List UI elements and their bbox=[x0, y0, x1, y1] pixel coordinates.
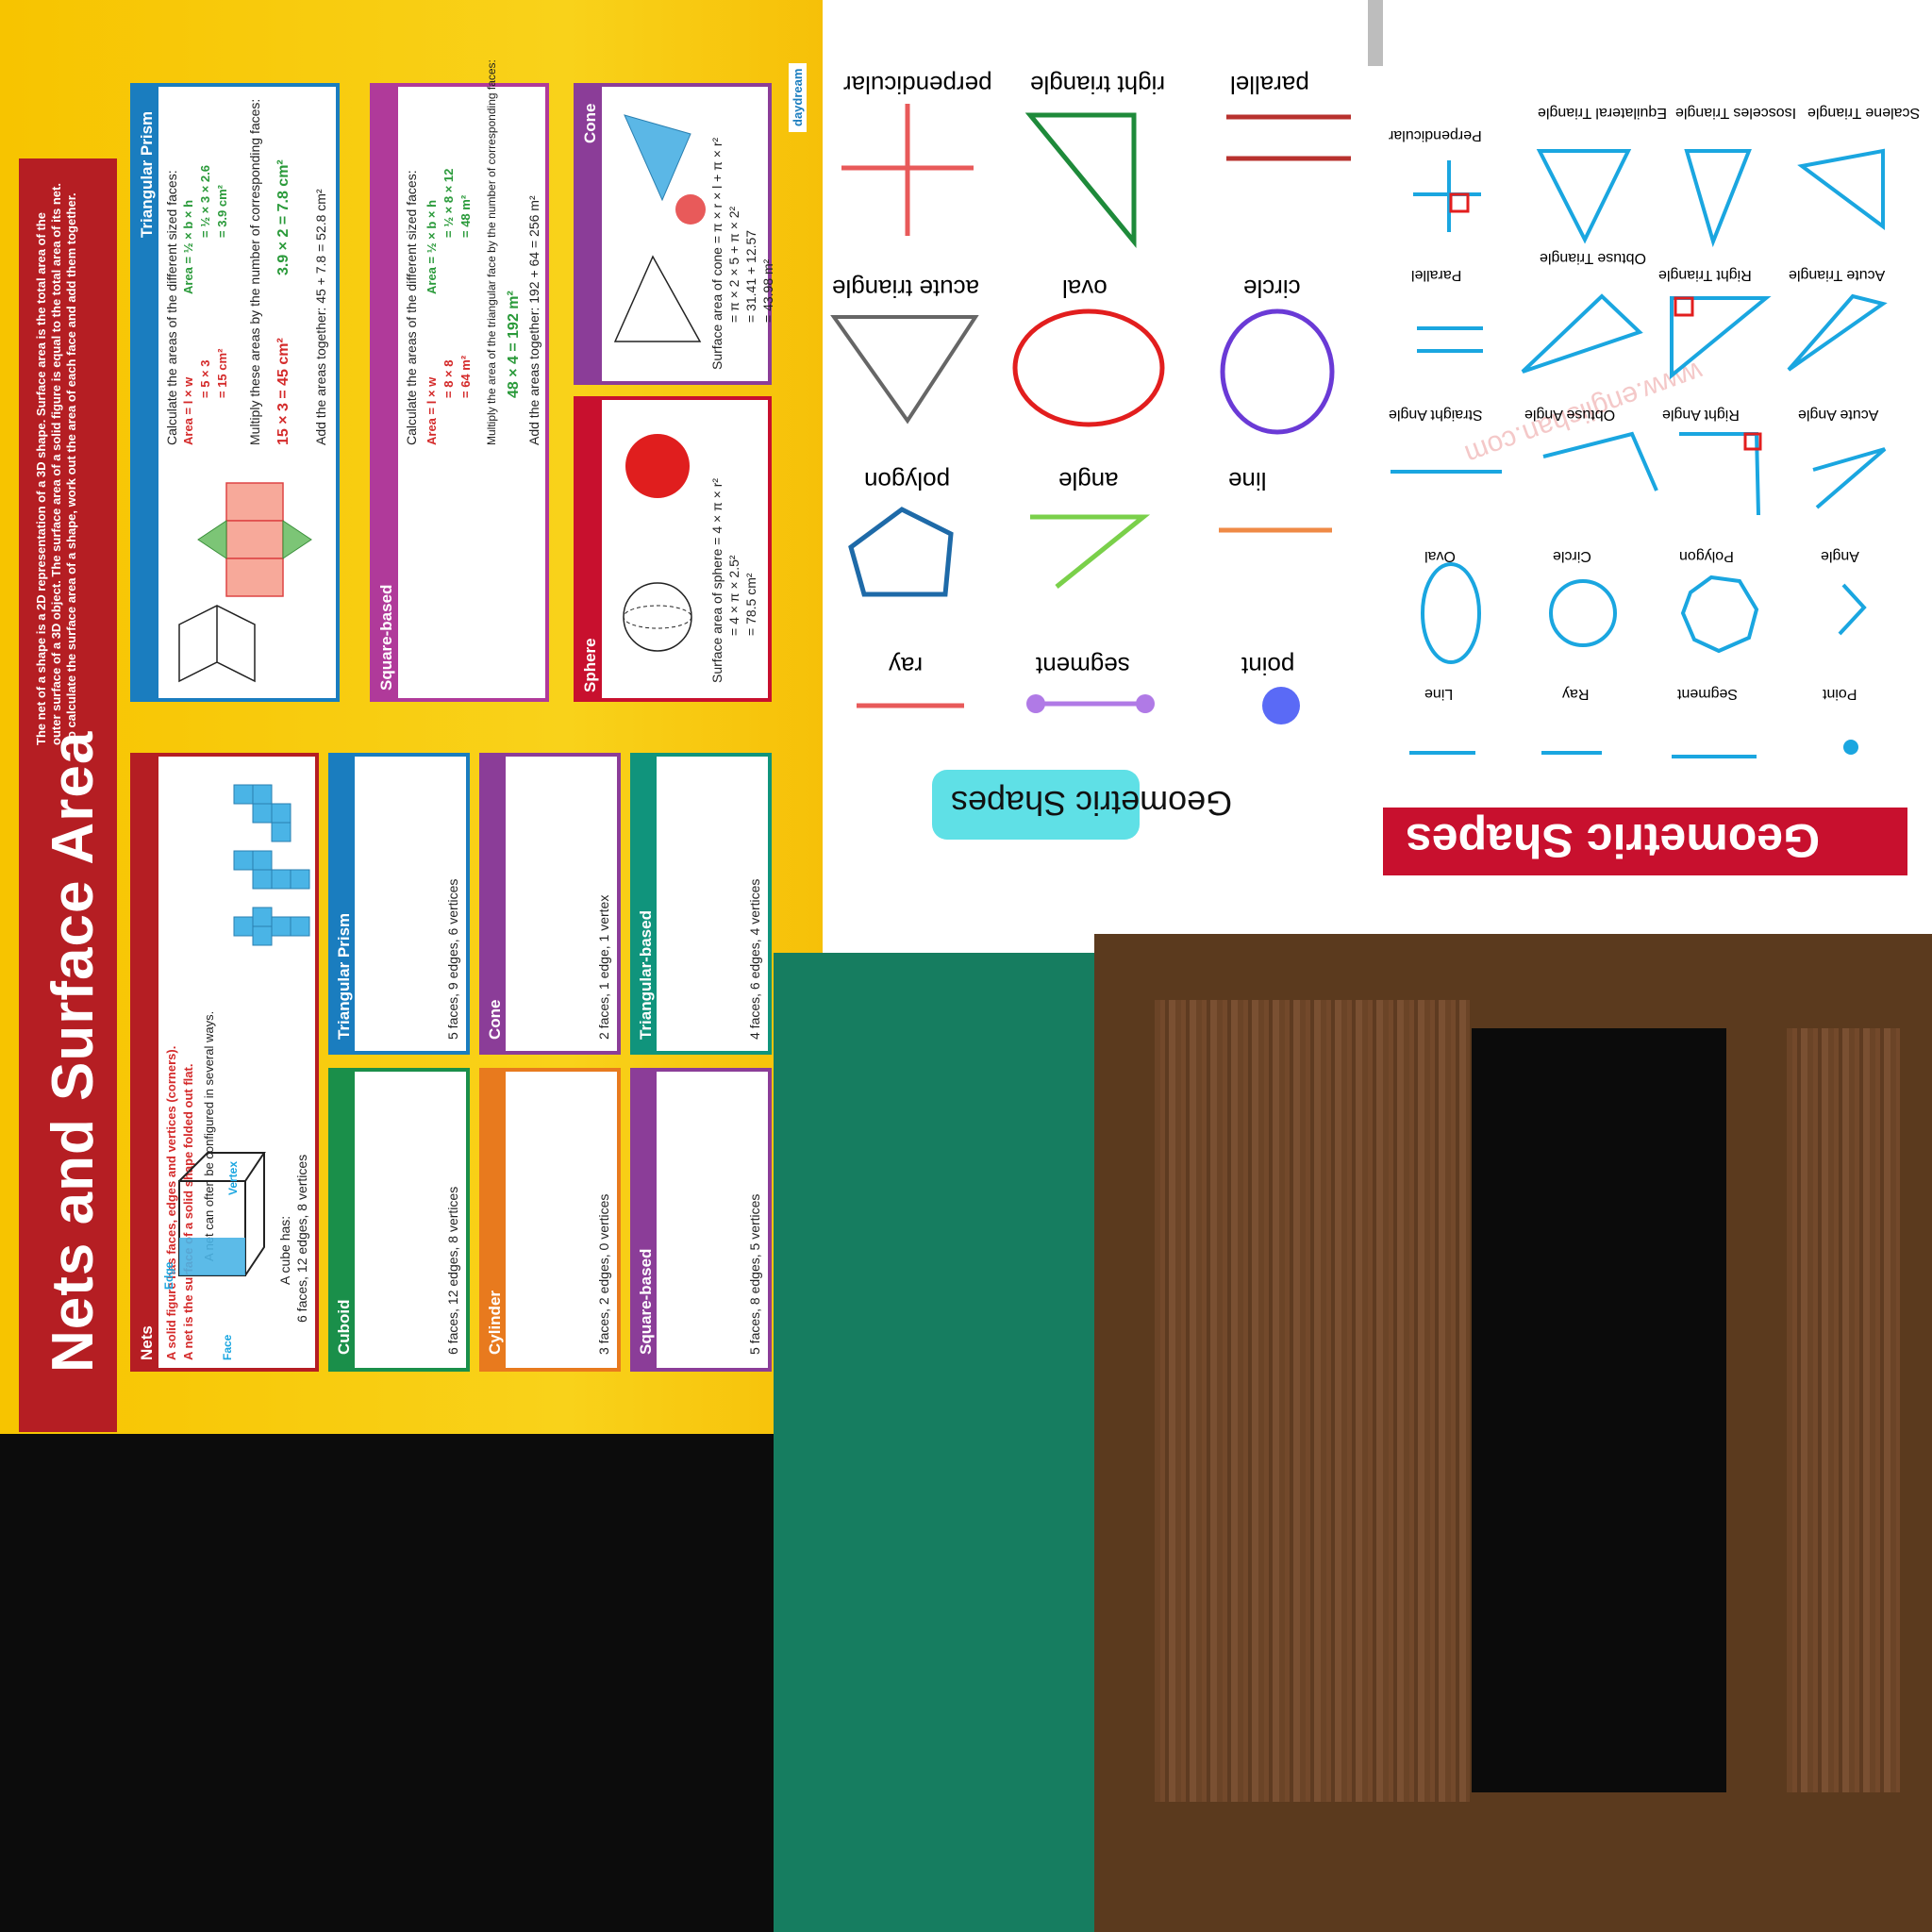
cone-line-2: = π × 2 × 5 + π × 2² bbox=[726, 206, 741, 323]
pyramid-calc-label: Square-based Pyramid bbox=[377, 584, 414, 691]
triangular-prism-label: Triangular Prism bbox=[335, 912, 353, 1040]
pyramid-tri-a: Area = ½ × b × h bbox=[425, 199, 439, 294]
cone-line-4: = 43.98 m² bbox=[760, 258, 775, 323]
sphere-icon bbox=[623, 434, 692, 652]
sphere-line-3: = 78.5 cm² bbox=[743, 573, 758, 636]
cylinder-caption: 3 faces, 2 edges, 0 vertices bbox=[596, 1193, 611, 1355]
pyramid-sq-b: = 8 × 8 bbox=[441, 359, 456, 398]
wooden-frame bbox=[1094, 934, 1932, 1932]
triangular-pyramid-caption: 4 faces, 6 edges, 4 vertices bbox=[747, 878, 762, 1040]
prism-step-3: Add the areas together: 45 + 7.8 = 52.8 … bbox=[313, 189, 328, 445]
cube-caption-1: A cube has: bbox=[277, 1215, 292, 1285]
net-crosses-icon bbox=[233, 784, 310, 946]
nets-card: Nets A solid figure has faces, edges and… bbox=[130, 753, 319, 1372]
prism-step-2: Multiply these areas by the number of co… bbox=[247, 98, 262, 445]
wood-gap bbox=[1472, 1028, 1726, 1792]
black-board-region bbox=[0, 1434, 774, 1932]
triangular-pyramid-card: Triangular-based Pyramid 4 faces, 6 edge… bbox=[630, 753, 772, 1055]
sphere-calc-label: Sphere bbox=[581, 638, 599, 692]
cone-line-3: = 31.41 + 12.57 bbox=[743, 229, 758, 323]
brand-logo: daydream bbox=[789, 62, 807, 132]
prism-rect-a: Area = l × w bbox=[181, 376, 195, 445]
prism-mult-b: 3.9 × 2 = 7.8 cm² bbox=[275, 159, 291, 275]
poster-b-title: Geometric Shapes bbox=[951, 784, 1233, 823]
cone-label: Cone bbox=[486, 999, 504, 1041]
pyramid-step-3: Add the areas together: 192 + 64 = 256 m… bbox=[526, 195, 541, 445]
pyramid-calc-card: Square-based Pyramid Calculate the areas… bbox=[370, 59, 549, 702]
geometric-shapes-chart-lowercase: Geometric Shapes perpendicular right tri… bbox=[823, 0, 1370, 953]
pyramid-sq-a: Area = l × w bbox=[425, 376, 439, 445]
square-pyramid-card: Square-based Pyramid 5 faces, 8 edges, 5… bbox=[630, 1068, 772, 1372]
pyramid-sq-c: = 64 m² bbox=[458, 355, 473, 398]
poster-c-shapes bbox=[1391, 148, 1888, 758]
sphere-calc-card: Sphere Surface area of sphere = 4 × π × … bbox=[574, 396, 772, 702]
prism-net-icon bbox=[178, 482, 312, 683]
poster-b-shapes bbox=[830, 104, 1351, 724]
cone-calc-card: Cone Surface area of cone = π × r × l + … bbox=[574, 83, 775, 385]
right-triangle-icon bbox=[1024, 112, 1137, 248]
cylinder-label: Cylinder bbox=[486, 1290, 504, 1355]
vertex-label: Vertex bbox=[226, 1160, 240, 1195]
cube-icon bbox=[178, 1152, 266, 1276]
triangular-pyramid-label: Triangular-based Pyramid bbox=[637, 910, 674, 1040]
pyramid-tri-b: = ½ × 8 × 12 bbox=[441, 168, 456, 238]
cone-formula: Surface area of cone = π × r × l + π × r… bbox=[709, 137, 724, 370]
cuboid-caption: 6 faces, 12 edges, 8 vertices bbox=[445, 1186, 460, 1355]
cone-card: Cone 2 faces, 1 edge, 1 vertex bbox=[479, 753, 621, 1055]
sphere-formula: Surface area of sphere = 4 × π × r² bbox=[709, 477, 724, 683]
cone-calc-label: Cone bbox=[581, 103, 599, 144]
nets-label: Nets bbox=[138, 1325, 156, 1360]
sphere-line-2: = 4 × π × 2.5² bbox=[726, 555, 741, 636]
prism-rect-b: = 5 × 3 bbox=[198, 359, 212, 398]
cube-caption-2: 6 faces, 12 edges, 8 vertices bbox=[294, 1154, 309, 1323]
cuboid-label: Cuboid bbox=[335, 1299, 353, 1355]
cuboid-card: Cuboid 6 faces, 12 edges, 8 vertices bbox=[328, 1068, 470, 1372]
point-dot-icon bbox=[1843, 740, 1858, 755]
prism-tri-c: = 3.9 cm² bbox=[215, 184, 229, 238]
square-pyramid-caption: 5 faces, 8 edges, 5 vertices bbox=[747, 1193, 762, 1355]
geometric-shapes-chart-titlecase: Geometric Shapes www.englishan.com Perpe… bbox=[1383, 0, 1932, 943]
poster-c-title: Geometric Shapes bbox=[1406, 814, 1821, 867]
prism-tri-b: = ½ × 3 × 2.6 bbox=[198, 165, 212, 238]
pyramid-mult: 48 × 4 = 192 m² bbox=[506, 291, 522, 398]
prism-calc-label: Triangular Prism bbox=[138, 110, 156, 238]
edge-label: Edge bbox=[162, 1261, 175, 1290]
triangular-prism-caption: 5 faces, 9 edges, 6 vertices bbox=[445, 878, 460, 1040]
prism-calc-card: Triangular Prism Calculate the areas of … bbox=[130, 83, 340, 702]
face-label: Face bbox=[221, 1334, 234, 1360]
square-pyramid-label: Square-based Pyramid bbox=[637, 1248, 674, 1355]
pyramid-step-1: Calculate the areas of the different siz… bbox=[404, 170, 419, 445]
cylinder-card: Cylinder 3 faces, 2 edges, 0 vertices bbox=[479, 1068, 621, 1372]
prism-step-1: Calculate the areas of the different siz… bbox=[164, 170, 179, 445]
poster-intro: The net of a shape is a 2D representatio… bbox=[34, 183, 78, 745]
triangular-prism-card: Triangular Prism 5 faces, 9 edges, 6 ver… bbox=[328, 753, 470, 1055]
cone-caption: 2 faces, 1 edge, 1 vertex bbox=[596, 894, 611, 1040]
wood-panel-right bbox=[1787, 1028, 1900, 1792]
prism-rect-c: = 15 cm² bbox=[215, 348, 229, 398]
point-icon bbox=[1262, 687, 1300, 724]
pyramid-tri-c: = 48 m² bbox=[458, 194, 473, 238]
cone-net-icon bbox=[613, 114, 706, 342]
wood-panel-left bbox=[1155, 1000, 1470, 1802]
pyramid-step-2: Multiply the area of the triangular face… bbox=[485, 59, 498, 445]
prism-tri-a: Area = ½ × b × h bbox=[181, 199, 195, 294]
prism-mult-a: 15 × 3 = 45 cm² bbox=[275, 338, 291, 445]
